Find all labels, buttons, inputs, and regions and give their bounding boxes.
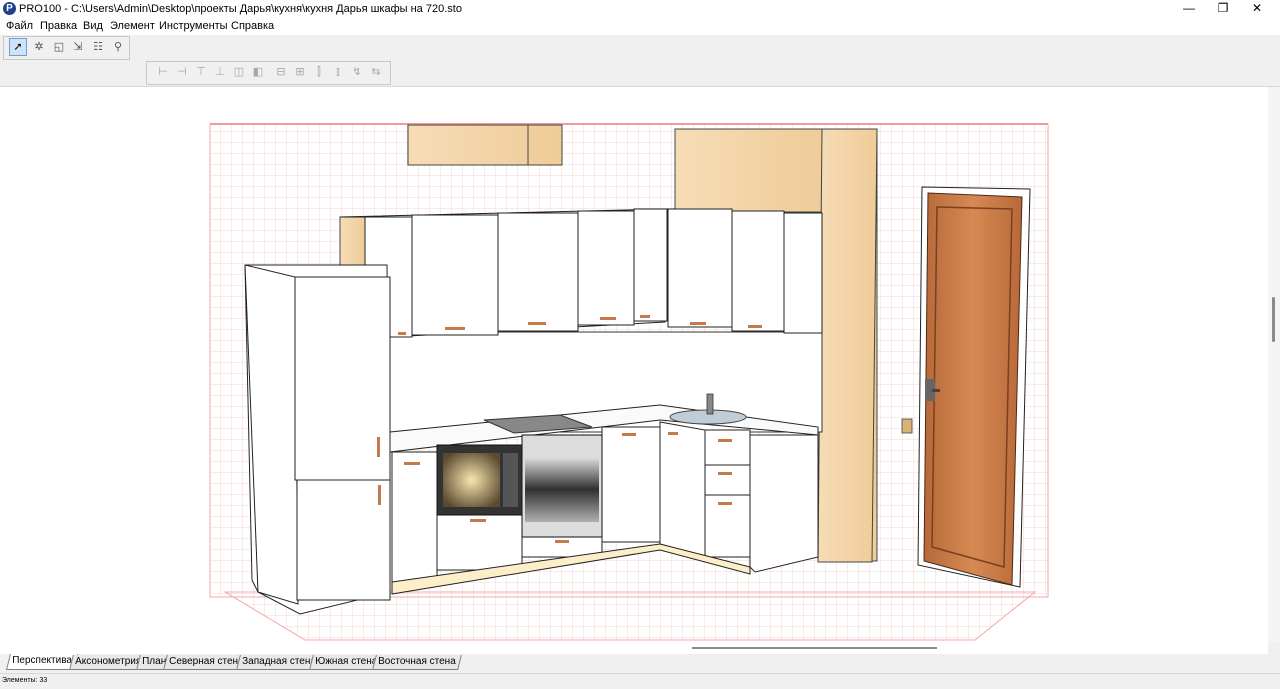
toolbar-area: ➚ ✲ ◱ ⇲ ☷ ⚲ ⊢ ⊣ ⊤ ⊥ ◫ ◧ ⊟ ⊞ ⫿ ⫾ ↯ ⇆ <box>0 35 1280 87</box>
center-h-icon[interactable]: ⫿ <box>311 64 327 80</box>
title-bar: P PRO100 - C:\Users\Admin\Desktop\проект… <box>0 0 1280 18</box>
menu-bar: Файл Правка Вид Элемент Инструменты Спра… <box>0 18 1280 35</box>
tab-perspective[interactable]: Перспектива <box>6 654 78 670</box>
align-back-icon[interactable]: ◧ <box>250 64 266 80</box>
align-bottom-icon[interactable]: ⊥ <box>212 64 228 80</box>
align-icon[interactable]: ☷ <box>90 39 106 55</box>
rotate-icon[interactable]: ◱ <box>51 39 67 55</box>
distribute-h-icon[interactable]: ⊟ <box>273 64 289 80</box>
viewport-3d[interactable] <box>0 87 1268 642</box>
wood-column <box>674 128 826 213</box>
view-tabs: Перспектива Аксонометрия План Северная с… <box>0 654 1280 671</box>
scale-icon[interactable]: ⇲ <box>70 39 86 55</box>
menu-help[interactable]: Справка <box>231 20 274 32</box>
menu-view[interactable]: Вид <box>83 20 103 32</box>
upper-cabinets <box>339 208 823 338</box>
element-count: Элементы: 33 <box>2 677 48 684</box>
align-toolbar: ⊢ ⊣ ⊤ ⊥ ◫ ◧ ⊟ ⊞ ⫿ ⫾ ↯ ⇆ <box>146 61 391 85</box>
horizontal-scroll-thumb[interactable] <box>692 647 937 649</box>
center-v-icon[interactable]: ⫾ <box>330 64 346 80</box>
status-bar: Элементы: 33 <box>0 673 1280 689</box>
edit-points-icon[interactable]: ✲ <box>31 39 47 55</box>
zoom-icon[interactable]: ⚲ <box>110 39 126 55</box>
app-logo-icon: P <box>3 2 16 15</box>
distribute-v-icon[interactable]: ⊞ <box>292 64 308 80</box>
tools-toolbar: ➚ ✲ ◱ ⇲ ☷ ⚲ <box>3 36 130 60</box>
mirror2-icon[interactable]: ⇆ <box>368 64 384 80</box>
mirror-icon[interactable]: ↯ <box>349 64 365 80</box>
restore-button[interactable]: ❐ <box>1206 0 1240 18</box>
horizontal-scrollbar[interactable] <box>0 642 1268 654</box>
vertical-scroll-thumb[interactable] <box>1272 297 1275 342</box>
select-icon[interactable]: ➚ <box>9 38 27 56</box>
upper-wall-cabinet <box>407 124 563 166</box>
kitchen-scene <box>209 123 1049 641</box>
interior-door <box>917 186 1031 588</box>
window-title: PRO100 - C:\Users\Admin\Desktop\проекты … <box>19 3 462 15</box>
tab-east-wall[interactable]: Восточная стена <box>372 655 462 670</box>
align-right-icon[interactable]: ⊣ <box>174 64 190 80</box>
menu-edit[interactable]: Правка <box>40 20 77 32</box>
menu-element[interactable]: Элемент <box>110 20 155 32</box>
light-switch <box>901 418 913 434</box>
align-top-icon[interactable]: ⊤ <box>193 64 209 80</box>
menu-file[interactable]: Файл <box>6 20 33 32</box>
align-left-icon[interactable]: ⊢ <box>155 64 171 80</box>
minimize-button[interactable]: — <box>1172 0 1206 18</box>
vertical-scrollbar[interactable] <box>1268 87 1280 642</box>
menu-tools[interactable]: Инструменты <box>159 20 228 32</box>
align-front-icon[interactable]: ◫ <box>231 64 247 80</box>
refrigerator <box>244 264 391 615</box>
close-button[interactable]: ✕ <box>1240 0 1274 18</box>
tab-axonometry[interactable]: Аксонометрия <box>69 655 148 670</box>
